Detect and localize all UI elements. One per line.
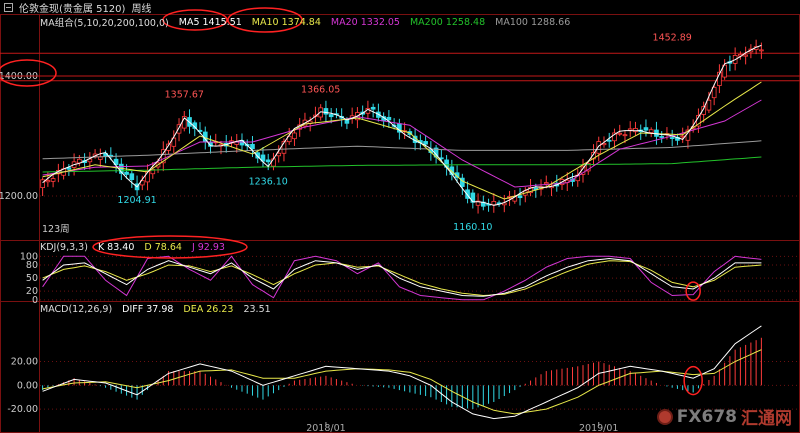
price-annotation: 1357.67 [165,89,204,100]
price-annotation: 1160.10 [453,222,492,233]
candle-body [265,159,271,163]
price-annotation: 1452.89 [653,32,692,43]
macd-value-label: 23.51 [243,304,271,315]
ma10-label: MA10 1374.84 [251,16,321,28]
candle-body [743,54,748,57]
kdj-tick-label: 0 [32,295,38,306]
ma100-label: MA100 1288.66 [495,16,571,28]
candle-body [759,49,764,52]
ma5-label: MA5 1415.51 [178,16,242,28]
macd-dea-label: DEA 26.23 [183,304,234,315]
ma20-label: MA20 1332.05 [330,16,400,28]
candle-body [292,132,297,140]
candle-body [669,137,675,139]
candle-body [648,129,654,133]
candle-body [517,195,523,199]
macd-diff-line [42,325,762,420]
macd-dea-line [42,349,762,415]
candlestick-chart[interactable]: 1400.001200.001357.67 1366.051236.101204.… [0,0,800,433]
candle-body [627,128,633,131]
candle-body [328,114,334,118]
kdj-j-line [42,255,762,301]
macd-tick-label: -20.00 [7,404,38,415]
ma200-label: MA200 1258.48 [409,16,486,28]
kdj-k-line [42,257,762,297]
candle-body [271,158,276,167]
price-annotation: 1204.91 [117,195,156,206]
macd-diff-label: DIFF 37.98 [122,304,174,315]
macd-legend-title: MACD(12,26,9) [40,304,113,315]
candle-body [323,108,329,115]
price-annotation: 1236.10 [249,176,288,187]
candle-body [706,99,712,111]
window-header: 伦敦金现(贵金属 5120) 周线 [0,0,800,15]
candle-body [250,143,255,150]
kdj-j-label: J 92.93 [191,242,225,253]
price-annotation: 1366.05 [301,84,340,95]
kdj-d-label: D 78.64 [144,242,182,253]
time-axis-label: 2018/01 [306,423,345,433]
candle-body [45,180,51,183]
candle-body [622,134,628,137]
watermark: FX678 汇通网 [656,404,792,429]
candle-body [423,141,428,145]
kdj-tick-label: 80 [26,260,38,271]
minimize-icon[interactable] [4,2,13,12]
kdj-legend: KDJ(9,3,3) K 83.40 D 78.64 J 92.93 [40,242,225,253]
ma-legend-title: MA组合(5,10,20,200,100,0) [40,18,169,29]
ma100-line [42,140,762,160]
price-tick-label: 1200.00 [0,191,38,202]
instrument-name: 伦敦金现(贵金属 5120) [19,3,126,15]
watermark-text: FX678 [676,406,737,427]
candle-body [617,132,623,135]
macd-tick-label: 20.00 [11,357,38,368]
candle-body [659,136,665,138]
candle-body [643,127,649,131]
candle-body [124,171,129,175]
candle-body [370,106,376,110]
candle-body [129,173,135,180]
bar-count-label: 123周 [42,224,70,235]
kdj-legend-title: KDJ(9,3,3) [40,242,88,253]
watermark-cn: 汇通网 [741,409,792,429]
macd-legend: MACD(12,26,9) DIFF 37.98 DEA 26.23 23.51 [40,304,271,315]
candle-body [491,201,497,206]
kdj-k-label: K 83.40 [97,242,135,253]
ma-legend: MA组合(5,10,20,200,100,0) MA5 1415.51 MA10… [40,15,571,30]
period-label[interactable]: 周线 [131,0,151,15]
ma20-line [42,99,762,188]
chart-frame [0,14,800,433]
kdj-d-line [42,260,762,297]
macd-tick-label: 0.00 [17,380,38,391]
candle-body [470,192,476,203]
candle-body [40,179,45,189]
candle-body [50,178,56,182]
time-axis-label: 2019/01 [579,423,618,433]
candle-body [543,182,549,185]
candle-body [606,139,612,142]
candle-body [386,116,392,121]
kdj-tick-label: 50 [26,273,38,284]
ma5-line [42,44,762,206]
globe-icon [656,408,673,425]
